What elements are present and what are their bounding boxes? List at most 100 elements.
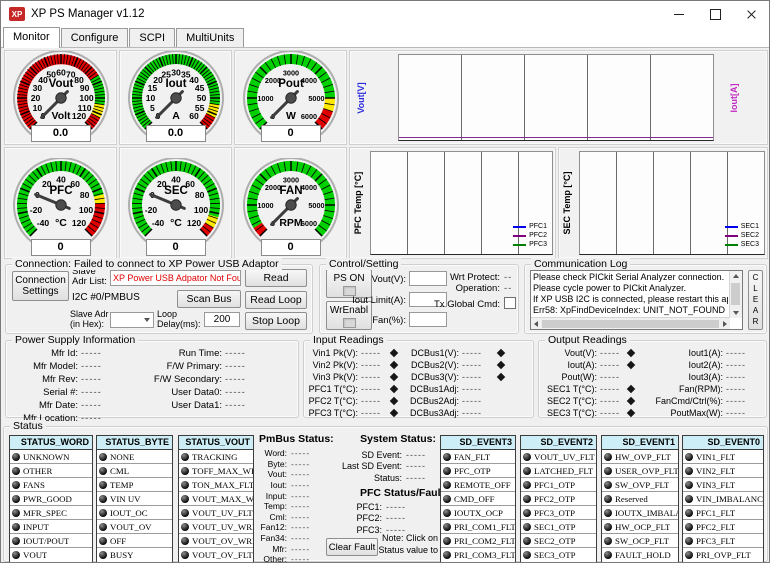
pmbus-value[interactable]: ----- <box>291 554 310 563</box>
pmbus-value[interactable]: ----- <box>291 448 310 458</box>
status-flag-label: FAN_FLT <box>454 452 490 462</box>
status-flag-label: CMD_OFF <box>454 494 495 504</box>
legend-label: PFC2 <box>529 232 547 239</box>
system-status-title: System Status: <box>360 433 436 445</box>
reading-row: DCBus3Adj: ----- <box>404 407 504 419</box>
svg-text:80: 80 <box>79 190 89 200</box>
reading-row: Vin1 Pk(V): ----- <box>306 347 397 359</box>
status-flag-label: PFC3_OTP <box>534 508 575 518</box>
pmbus-value[interactable]: ----- <box>291 512 310 522</box>
clear-log-button[interactable]: CLEAR <box>748 270 763 330</box>
minimize-button[interactable] <box>661 1 697 27</box>
tab-configure[interactable]: Configure <box>61 28 129 47</box>
input-readings-group: Input Readings Vin1 Pk(V): ----- Vin2 Pk… <box>303 340 534 418</box>
status-row: BUSY <box>97 548 172 562</box>
pmbus-value[interactable]: ----- <box>291 522 310 532</box>
reading-row: Iout(A): ----- <box>541 359 634 371</box>
stop-loop-button[interactable]: Stop Loop <box>245 312 307 330</box>
status-note-line1: Note: Click on <box>382 533 438 543</box>
vout-trace-line <box>399 137 713 138</box>
tab-multiunits[interactable]: MultiUnits <box>176 28 244 47</box>
led-indicator-icon <box>181 523 189 531</box>
read-loop-button[interactable]: Read Loop <box>245 291 307 309</box>
horizontal-scrollbar[interactable] <box>531 317 730 329</box>
vout-set-field[interactable] <box>409 271 447 286</box>
slave-adr-dropdown[interactable] <box>110 312 154 328</box>
svg-text:80: 80 <box>194 190 204 200</box>
reading-row: PFC3 T(°C): ----- <box>306 407 397 419</box>
close-button[interactable] <box>733 1 769 27</box>
status-flag-label: VIN UV <box>110 494 141 504</box>
pmbus-value[interactable]: ----- <box>291 533 310 543</box>
status-row: TRACKING <box>179 450 253 464</box>
status-flag-label: LATCHED_FLT <box>534 466 593 476</box>
read-button[interactable]: Read <box>245 269 307 287</box>
status-flag-label: PFC2_OTP <box>534 494 575 504</box>
pfc-fault-label: PFC1: <box>334 502 382 512</box>
system-status-value[interactable]: ----- <box>406 473 426 483</box>
maximize-button[interactable] <box>697 1 733 27</box>
scroll-right-icon[interactable] <box>723 321 727 327</box>
scan-bus-button[interactable]: Scan Bus <box>177 290 241 308</box>
pmbus-label: Fan12: <box>259 522 287 532</box>
vertical-scrollbar[interactable] <box>729 271 742 318</box>
slave-adr-list-field[interactable]: XP Power USB Adpator Not Found <box>110 270 241 286</box>
status-flag-label: IOUT/POUT <box>23 536 69 546</box>
system-status-value[interactable]: ----- <box>406 461 426 471</box>
scroll-down-icon[interactable] <box>733 311 739 315</box>
legend-label: PFC3 <box>529 241 547 248</box>
vertical-scroll-thumb[interactable] <box>731 283 740 305</box>
pmbus-value[interactable]: ----- <box>291 469 310 479</box>
svg-text:100: 100 <box>79 93 94 103</box>
iout-axis-label: Iout[A] <box>729 83 739 112</box>
svg-text:-40: -40 <box>36 218 49 228</box>
reading-label: DCBus1Adj: <box>404 384 459 394</box>
reading-label: PFC2 T(°C): <box>306 396 358 406</box>
pmbus-value[interactable]: ----- <box>291 544 310 554</box>
legend-entry: SEC2 <box>725 232 759 239</box>
status-flag-label: SW_OVP_FLT <box>615 480 669 490</box>
operation-value: -- <box>504 283 512 294</box>
clear-fault-button[interactable]: Clear Fault <box>326 538 378 556</box>
pmbus-value[interactable]: ----- <box>291 491 310 501</box>
scroll-up-icon[interactable] <box>733 274 739 278</box>
pmbus-value[interactable]: ----- <box>291 459 310 469</box>
tx-global-cmd-checkbox[interactable] <box>504 297 516 309</box>
output-readings-right: Iout1(A): ----- Iout2(A): ----- Iout3(A)… <box>643 347 746 419</box>
fan-set-field[interactable] <box>409 312 447 327</box>
connection-settings-button[interactable]: Connection Settings <box>12 271 69 301</box>
reading-label: FanCmd/Ctrl(%): <box>643 396 723 406</box>
tab-scpi[interactable]: SCPI <box>129 28 175 47</box>
led-indicator-icon <box>604 481 612 489</box>
status-row: PRI_COM2_FLT <box>441 534 515 548</box>
svg-text:120: 120 <box>71 111 86 121</box>
status-flag-label: MFR_SPEC <box>23 508 67 518</box>
diamond-indicator-icon <box>627 397 635 405</box>
status-row: TOFF_MAX_WRN <box>179 464 253 478</box>
diamond-indicator-icon <box>497 373 505 381</box>
tab-monitor[interactable]: Monitor <box>3 27 60 48</box>
status-row: LATCHED_FLT <box>521 464 596 478</box>
reading-label: Iout(A): <box>541 360 597 370</box>
pmbus-value[interactable]: ----- <box>291 480 310 490</box>
vout-iout-chart-panel: Vout[V] Iout[A] <box>349 50 768 145</box>
led-indicator-icon <box>12 509 20 517</box>
pfc-fault-value[interactable]: ----- <box>386 502 406 512</box>
led-indicator-icon <box>604 453 612 461</box>
led-indicator-icon <box>604 495 612 503</box>
reading-value: ----- <box>361 360 391 370</box>
loop-delay-field[interactable]: 200 <box>204 312 240 327</box>
led-indicator-icon <box>12 551 20 559</box>
chevron-down-icon <box>144 318 150 322</box>
info-row: F/W Secondary: ----- <box>136 373 246 386</box>
svg-text:60: 60 <box>56 68 66 78</box>
comm-log-box[interactable]: Please check PICkit Serial Analyzer conn… <box>530 270 743 330</box>
pmbus-value[interactable]: ----- <box>291 501 310 511</box>
system-status-value[interactable]: ----- <box>406 450 426 460</box>
pfc-fault-value[interactable]: ----- <box>386 513 406 523</box>
led-indicator-icon <box>443 537 451 545</box>
status-row: PRI_COM3_FLT <box>441 548 515 562</box>
status-table-header: STATUS_VOUT <box>179 436 253 450</box>
scroll-left-icon[interactable] <box>534 321 538 327</box>
horizontal-scroll-thumb[interactable] <box>542 320 719 328</box>
